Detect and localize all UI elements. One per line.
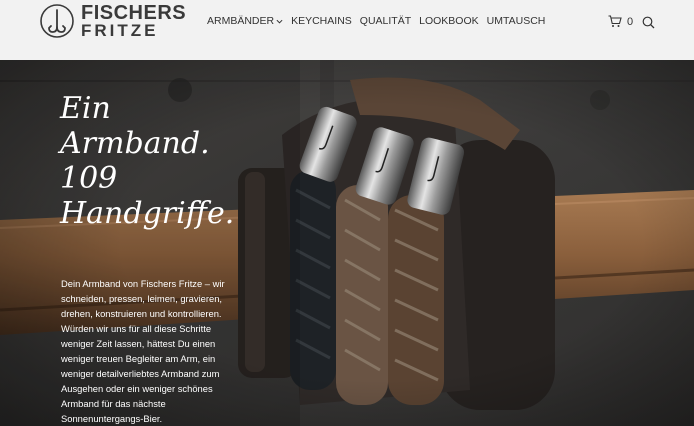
search-icon[interactable] (642, 16, 655, 29)
hero-headline: Ein Armband. 109 Handgriffe. (60, 91, 260, 231)
headline-line: Armband. (60, 126, 210, 161)
nav-item-label: KEYCHAINS (291, 15, 352, 27)
chevron-down-icon (276, 19, 283, 24)
nav-item-armbaender[interactable]: ARMBÄNDER (207, 14, 283, 28)
site-logo[interactable]: FISCHERS FRITZE (39, 3, 189, 43)
cart-icon (608, 15, 622, 27)
headline-line: Ein (60, 91, 111, 126)
nav-item-label: ARMBÄNDER (207, 15, 275, 27)
nav-item-qualitaet[interactable]: QUALITÄT (360, 14, 411, 28)
cart-count: 0 (627, 15, 634, 28)
fishhook-circle-icon (40, 4, 74, 38)
nav-item-label: LOOKBOOK (419, 15, 479, 27)
site-header: FISCHERS FRITZE ARMBÄNDER KEYCHAINS QUAL… (0, 0, 694, 60)
hero-description: Dein Armband von Fischers Fritze – wir s… (61, 278, 225, 424)
headline-line: Handgriffe. (60, 196, 235, 231)
logo-text-top: FISCHERS (81, 2, 187, 24)
hero-banner: Ein Armband. 109 Handgriffe. Dein Armban… (0, 60, 694, 426)
nav-item-label: QUALITÄT (359, 15, 412, 27)
nav-item-label: UMTAUSCH (486, 15, 546, 27)
nav-item-lookbook[interactable]: LOOKBOOK (419, 14, 479, 28)
cart-button[interactable]: 0 (608, 15, 633, 28)
nav-item-umtausch[interactable]: UMTAUSCH (487, 14, 546, 28)
logo-text-bottom: FRITZE (81, 21, 159, 40)
nav-item-keychains[interactable]: KEYCHAINS (291, 14, 352, 28)
headline-line: 109 (60, 161, 118, 196)
main-nav: ARMBÄNDER KEYCHAINS QUALITÄT LOOKBOOK UM… (207, 14, 553, 28)
